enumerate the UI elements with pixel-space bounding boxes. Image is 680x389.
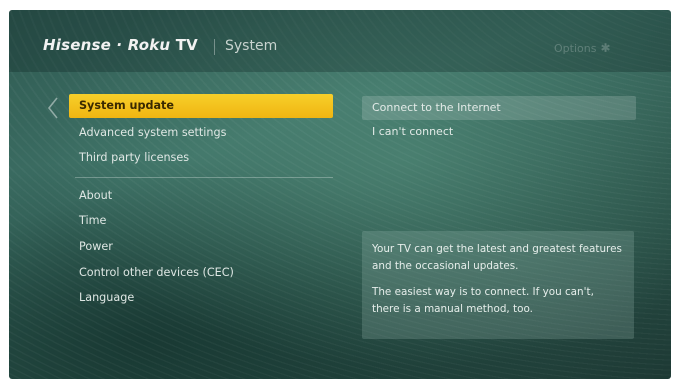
menu-item-control-other-devices[interactable]: Control other devices (CEC)	[69, 260, 333, 286]
submenu-item-cant-connect[interactable]: I can't connect	[362, 120, 636, 144]
menu-item-label: About	[79, 188, 113, 202]
settings-menu: System update Advanced system settings T…	[69, 94, 333, 311]
menu-item-label: Advanced system settings	[79, 125, 227, 139]
options-label: Options	[554, 42, 597, 55]
menu-item-label: System update	[79, 99, 174, 112]
brand-name: Hisense · Roku	[43, 36, 171, 54]
menu-item-label: Third party licenses	[79, 151, 190, 165]
header-divider	[214, 39, 215, 55]
submenu-item-connect-internet[interactable]: Connect to the Internet	[362, 96, 636, 120]
menu-item-language[interactable]: Language	[69, 285, 333, 311]
info-paragraph-1: Your TV can get the latest and greatest …	[372, 243, 622, 272]
menu-item-time[interactable]: Time	[69, 208, 333, 234]
menu-item-label: Language	[79, 291, 135, 305]
menu-item-power[interactable]: Power	[69, 234, 333, 260]
header-bar: Hisense · Roku TV System Options ✱	[9, 10, 671, 72]
brand-logo: Hisense · Roku TV	[43, 36, 198, 54]
page-title: System	[225, 38, 278, 54]
menu-item-system-update[interactable]: System update	[69, 94, 333, 118]
menu-item-label: Power	[79, 239, 113, 253]
tv-screen: Hisense · Roku TV System Options ✱ System…	[9, 10, 671, 379]
info-paragraph-2: The easiest way is to connect. If you ca…	[372, 286, 594, 315]
submenu-item-label: Connect to the Internet	[372, 101, 501, 114]
menu-item-advanced-system-settings[interactable]: Advanced system settings	[69, 120, 333, 146]
submenu-item-label: I can't connect	[372, 125, 454, 138]
brand-tv: TV	[175, 36, 198, 54]
menu-item-third-party-licenses[interactable]: Third party licenses	[69, 145, 333, 171]
asterisk-icon: ✱	[600, 41, 611, 55]
options-hint[interactable]: Options ✱	[554, 41, 611, 55]
menu-item-about[interactable]: About	[69, 183, 333, 209]
system-update-submenu: Connect to the Internet I can't connect	[362, 96, 636, 144]
info-panel: Your TV can get the latest and greatest …	[362, 231, 634, 339]
menu-divider	[75, 176, 333, 178]
menu-item-label: Control other devices (CEC)	[79, 265, 234, 279]
menu-item-label: Time	[79, 214, 107, 228]
back-chevron-icon[interactable]	[45, 96, 61, 120]
